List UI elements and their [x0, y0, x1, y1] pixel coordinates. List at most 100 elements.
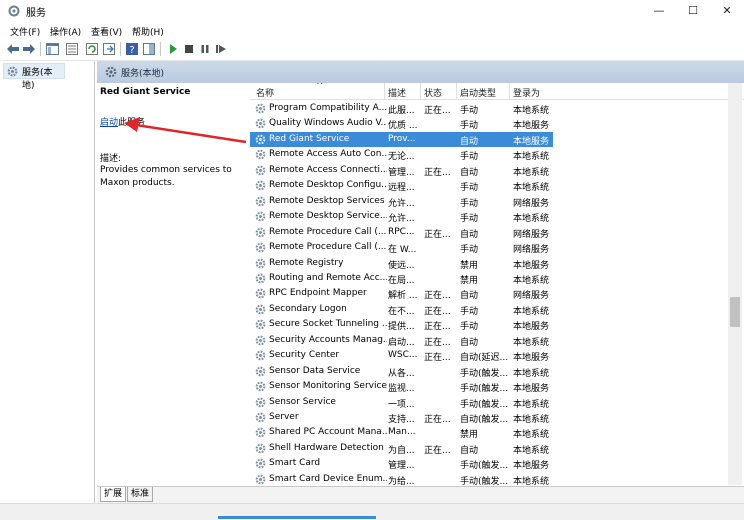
- close-button[interactable]: ✕: [710, 0, 744, 22]
- cell-name: Remote Access Connecti...: [269, 164, 387, 175]
- tab-standard[interactable]: 标准: [127, 487, 154, 502]
- gear-icon: [255, 119, 266, 129]
- cell-name: Remote Desktop Services: [269, 195, 385, 206]
- gear-icon: [255, 258, 266, 268]
- description-label: 描述:: [100, 154, 122, 164]
- table-row[interactable]: Program Compatibility A... 此服... 正在... 手动 本地…: [250, 101, 553, 116]
- cell-desc: 允许...: [388, 214, 415, 225]
- description-text: Provides common services to Maxon produc…: [100, 165, 232, 188]
- refresh-icon[interactable]: [85, 42, 99, 56]
- gear-icon: [255, 165, 266, 176]
- view-tabs: 扩展 标准: [97, 486, 744, 503]
- table-row[interactable]: Sensor Monitoring Service 监视... 手动(触发... 本地…: [250, 379, 553, 394]
- gear-icon: [255, 289, 266, 299]
- table-row[interactable]: Red Giant Service Prov... 自动 本地服务: [250, 131, 553, 147]
- maximize-button[interactable]: ☐: [676, 0, 710, 22]
- cell-name: Smart Card: [269, 458, 321, 469]
- back-arrow-icon[interactable]: [6, 42, 20, 56]
- cell-status: 正在...: [424, 337, 451, 348]
- table-row[interactable]: Remote Desktop Service... 允许... 手动 本地系统: [250, 209, 553, 224]
- cell-desc: 从各...: [388, 368, 415, 379]
- table-row[interactable]: Quality Windows Audio V... 优质 ... 手动 本地服务: [250, 116, 553, 131]
- window-title: 服务: [26, 8, 46, 19]
- table-row[interactable]: Sensor Data Service 从各... 手动(触发... 本地系统: [250, 364, 553, 379]
- table-row[interactable]: Smart Card Device Enum... 为给... 手动(触发... 本地…: [250, 472, 553, 485]
- title-bar: 服务 — ☐ ✕: [0, 0, 744, 22]
- forward-arrow-icon[interactable]: [22, 42, 36, 56]
- table-row[interactable]: Remote Desktop Services 允许... 手动 网络服务: [250, 194, 553, 209]
- cell-desc: WSC...: [388, 350, 418, 361]
- table-row[interactable]: RPC Endpoint Mapper 解析 ... 正在... 自动 网络服务: [250, 286, 553, 301]
- column-header-desc[interactable]: 描述: [388, 86, 406, 99]
- minimize-button[interactable]: —: [642, 0, 676, 22]
- table-row[interactable]: Sensor Service 一项... 手动(触发... 本地系统: [250, 395, 553, 410]
- pause-service-icon[interactable]: [198, 42, 212, 56]
- cell-logon: 本地系统: [513, 445, 550, 456]
- menu-file[interactable]: 文件(F): [10, 25, 40, 38]
- cell-status: 正在...: [424, 229, 451, 240]
- table-row[interactable]: Shell Hardware Detection 为自... 正在... 自动 本地系统: [250, 441, 553, 456]
- table-row[interactable]: Remote Procedure Call (... RPC... 正在... 自动 网…: [250, 225, 553, 240]
- tab-extended[interactable]: 扩展: [100, 487, 127, 502]
- stop-service-icon[interactable]: [182, 42, 196, 56]
- tree-item-services-local[interactable]: 服务(本地): [3, 63, 65, 91]
- cell-start: 手动: [460, 245, 479, 256]
- help-icon[interactable]: ?: [125, 42, 139, 56]
- cell-name: Routing and Remote Acc...: [269, 272, 387, 283]
- table-row[interactable]: Remote Procedure Call (... 在 W... 手动 网络服务: [250, 240, 553, 255]
- gear-icon: [255, 134, 266, 145]
- table-row[interactable]: Security Center WSC... 正在... 自动(延迟... 本地服务: [250, 348, 553, 363]
- table-row[interactable]: Remote Access Auto Con... 无论... 手动 本地系统: [250, 147, 553, 162]
- vertical-scrollbar[interactable]: [728, 83, 742, 485]
- tree-item-label: 服务(本地): [22, 68, 53, 91]
- cell-logon: 本地服务: [513, 260, 550, 271]
- pane-header-label: 服务(本地): [121, 69, 165, 79]
- cell-start: 手动(触发...: [460, 476, 509, 485]
- cell-desc: 为给...: [388, 476, 415, 485]
- table-row[interactable]: Security Accounts Manag... 启动... 正在... 自动 本地…: [250, 333, 553, 348]
- column-header-name[interactable]: 名称: [256, 86, 274, 99]
- cell-name: Security Accounts Manag...: [269, 334, 387, 345]
- gear-icon: [255, 196, 266, 207]
- start-service-icon[interactable]: [166, 42, 180, 56]
- table-row[interactable]: Remote Access Connecti... 管理... 正在... 自动 本地系…: [250, 163, 553, 178]
- cell-name: Remote Desktop Configu...: [269, 180, 387, 191]
- table-row[interactable]: Secondary Logon 在不... 正在... 手动 本地系统: [250, 302, 553, 317]
- sort-ascending-icon: ^: [316, 83, 324, 91]
- cell-logon: 网络服务: [513, 198, 550, 209]
- cell-desc: 使远...: [388, 260, 415, 271]
- menu-view[interactable]: 查看(V): [91, 25, 122, 38]
- menu-help[interactable]: 帮助(H): [132, 25, 164, 38]
- table-row[interactable]: Secure Socket Tunneling ... 提供... 正在... 手动 本…: [250, 317, 553, 332]
- export-list-icon[interactable]: [102, 42, 116, 56]
- gear-icon: [255, 103, 266, 114]
- show-hide-pane-icon[interactable]: [142, 42, 156, 56]
- table-row[interactable]: Shared PC Account Mana... Man... 禁用 本地系统: [250, 425, 553, 440]
- properties-list-icon[interactable]: [65, 42, 79, 56]
- column-header-start[interactable]: 启动类型: [460, 86, 496, 99]
- column-header-status[interactable]: 状态: [424, 86, 442, 99]
- scrollbar-thumb[interactable]: [730, 297, 740, 327]
- cell-start: 自动: [460, 167, 479, 178]
- cell-status: 正在...: [424, 167, 451, 178]
- cell-desc: 远程...: [388, 183, 415, 194]
- table-row[interactable]: Server 支持... 正在... 自动(触发... 本地系统: [250, 410, 553, 425]
- gear-icon: [255, 180, 266, 191]
- gear-icon: [255, 458, 266, 469]
- table-row[interactable]: Routing and Remote Acc... 在局... 禁用 本地系统: [250, 271, 553, 286]
- console-tree-icon[interactable]: [45, 42, 59, 56]
- table-row[interactable]: Remote Registry 使远... 禁用 本地服务: [250, 256, 553, 271]
- service-description-pane: Red Giant Service 启动此服务 描述: Provides com…: [97, 83, 247, 485]
- cell-name: Quality Windows Audio V...: [269, 118, 387, 129]
- cell-name: Secure Socket Tunneling ...: [269, 319, 387, 330]
- menu-action[interactable]: 操作(A): [50, 25, 81, 38]
- table-row[interactable]: Remote Desktop Configu... 远程... 手动 本地系统: [250, 178, 553, 193]
- cell-desc: 无论...: [388, 152, 415, 163]
- console-tree: 服务(本地): [0, 61, 95, 515]
- cell-start: 手动: [460, 322, 479, 333]
- restart-service-icon[interactable]: [214, 42, 228, 56]
- table-row[interactable]: Smart Card 管理... 手动(触发... 本地服务: [250, 456, 553, 471]
- cell-logon: 本地系统: [513, 476, 550, 485]
- column-header-logon[interactable]: 登录为: [513, 86, 540, 99]
- start-service-link[interactable]: 启动: [100, 118, 118, 128]
